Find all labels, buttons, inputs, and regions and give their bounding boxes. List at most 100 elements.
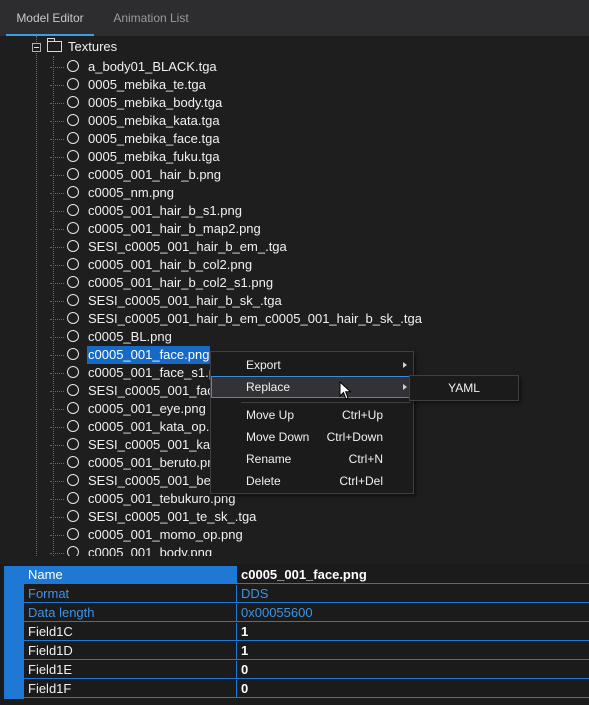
tree-connector [50,121,64,122]
property-row[interactable]: Field1C 1 [0,623,589,642]
tree-connector [50,553,64,554]
property-value[interactable]: 1 [236,623,589,641]
property-value[interactable]: DDS [236,585,589,603]
circle-texture-icon [67,510,79,522]
circle-texture-icon [67,528,79,540]
tree-connector [50,67,64,68]
property-gutter [4,642,24,661]
property-value[interactable]: 1 [236,642,589,660]
menu-item-label: Export [246,358,281,372]
circle-texture-icon [67,420,79,432]
tree-item-label: SESI_c0005_001_hair_b_sk_.tga [88,293,282,308]
circle-texture-icon [67,78,79,90]
menu-item-label: Move Up [246,408,295,422]
tree-item-label: c0005_001_hair_b_col2_s1.png [88,275,274,290]
tab-bar: Model Editor Animation List [0,0,589,36]
property-name: Name [24,566,236,584]
tree-connector [50,355,64,356]
property-row[interactable]: Format DDS [0,585,589,604]
menu-item-rename[interactable]: Rename Ctrl+N [211,448,413,470]
tree-item-label: SESI_c0005_001_be [88,473,211,488]
tree-item-label: SESI_c0005_001_te_sk_.tga [88,509,257,524]
tree-connector [50,499,64,500]
tree-item-label: 0005_mebika_body.tga [88,95,223,110]
circle-texture-icon [67,132,79,144]
menu-item-label: Rename [246,452,292,466]
tree-connector [50,373,64,374]
circle-texture-icon [67,330,79,342]
tree-item-label: c0005_001_kata_op. [88,419,210,434]
property-name: Field1C [24,623,236,641]
tab-model-editor[interactable]: Model Editor [6,0,94,36]
property-value[interactable]: 0x00055600 [236,604,589,622]
property-name: Data length [24,604,236,622]
tree-item-label: c0005_001_face.png [87,346,211,364]
tab-animation-list[interactable]: Animation List [104,0,198,34]
property-row[interactable]: Field1D 1 [0,642,589,661]
tree-item-label: c0005_001_face_s1.p [88,365,216,380]
menu-item-move-down[interactable]: Move Down Ctrl+Down [211,426,413,448]
menu-item-shortcut: Ctrl+Up [341,408,383,422]
tree-connector [50,517,64,518]
tree-connector [50,409,64,410]
circle-texture-icon [67,60,79,72]
circle-texture-icon [67,402,79,414]
tree-connector [50,391,64,392]
chevron-right-icon [403,384,407,390]
tree-connector [50,211,64,212]
property-gutter [4,680,24,699]
tree-item-label: SESI_c0005_001_hair_b_em_c0005_001_hair_… [88,311,422,326]
tree-connector [50,427,64,428]
menu-item-shortcut: Ctrl+N [348,452,383,466]
menu-item-delete[interactable]: Delete Ctrl+Del [211,470,413,492]
tree-connector [50,139,64,140]
tree-item-label: 0005_mebika_kata.tga [88,113,220,128]
collapse-toggle-icon[interactable] [32,43,41,52]
property-row[interactable]: Data length 0x00055600 [0,604,589,623]
tree-item-label: SESI_c0005_001_hair_b_em_.tga [88,239,287,254]
property-value[interactable]: 0 [236,661,589,679]
menu-separator [241,402,411,403]
menu-item-label: Delete [246,474,281,488]
property-gutter [4,661,24,680]
tree-connector [50,301,64,302]
tree-connector [50,229,64,230]
menu-item-replace[interactable]: Replace [211,376,413,398]
tree-item-label: c0005_001_body.png [88,545,213,556]
circle-texture-icon [67,186,79,198]
circle-texture-icon [67,312,79,324]
tree-connector [50,535,64,536]
property-row[interactable]: Field1E 0 [0,661,589,680]
circle-texture-icon [67,456,79,468]
submenu-item-yaml[interactable]: YAML [410,377,518,399]
circle-texture-icon [67,348,79,360]
menu-item-label: YAML [448,381,480,395]
tree-item-label: SESI_c0005_001_ka [88,437,211,452]
circle-texture-icon [67,438,79,450]
property-name: Field1D [24,642,236,660]
property-row[interactable]: Field1F 0 [0,680,589,699]
replace-submenu: YAML [409,375,519,401]
tree-item-label: c0005_BL.png [88,329,172,344]
tree-connector [50,157,64,158]
property-value[interactable]: 0 [236,680,589,698]
menu-item-label: Replace [246,380,291,394]
tree-guide-line [36,36,37,556]
circle-texture-icon [67,276,79,288]
menu-item-move-up[interactable]: Move Up Ctrl+Up [211,404,413,426]
circle-texture-icon [67,168,79,180]
tree-item-label: SESI_c0005_001_fac [88,383,214,398]
tree-connector [50,175,64,176]
circle-texture-icon [67,294,79,306]
property-gutter [4,566,24,585]
tree-item-label: c0005_001_eye.png [88,401,206,416]
property-value[interactable]: c0005_001_face.png [236,566,589,584]
circle-texture-icon [67,222,79,234]
tree-item-label: c0005_nm.png [88,185,175,200]
menu-item-export[interactable]: Export [211,354,413,376]
property-row[interactable]: Name c0005_001_face.png [0,566,589,585]
circle-texture-icon [67,114,79,126]
tree-item-label: c0005_001_hair_b.png [88,167,222,182]
context-menu: Export Replace Move Up Ctrl+Up Move Down… [210,351,414,494]
property-gutter [4,585,24,604]
